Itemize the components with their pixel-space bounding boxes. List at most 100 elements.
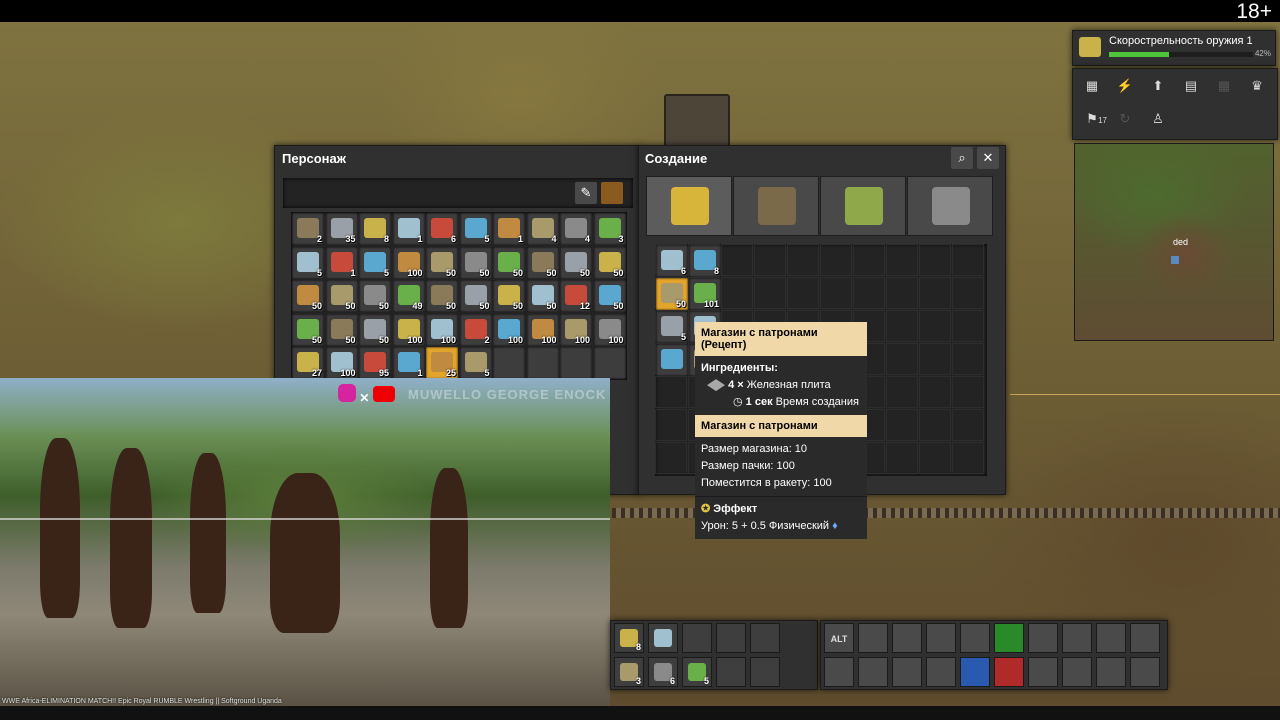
color-button[interactable] [601, 182, 623, 204]
inventory-slot[interactable]: 100 [392, 246, 425, 279]
inventory-slot[interactable]: 5 [359, 246, 391, 279]
inventory-slot[interactable]: 50 [359, 313, 391, 346]
inventory-slot[interactable] [560, 347, 592, 379]
building-structure[interactable] [664, 94, 730, 150]
quickbar-slot[interactable]: 6 [648, 657, 678, 687]
inventory-slot[interactable]: 100 [493, 313, 525, 346]
inventory-slot[interactable]: 95 [359, 347, 391, 379]
artillery-icon[interactable] [1130, 657, 1160, 687]
quickbar-slot[interactable] [648, 623, 678, 653]
redo-icon[interactable] [824, 657, 854, 687]
enemy-icon[interactable] [1130, 623, 1160, 653]
inventory-slot[interactable]: 50 [593, 280, 626, 312]
quickbar-slot[interactable]: 3 [614, 657, 644, 687]
inventory-slot[interactable]: 50 [459, 280, 492, 312]
quickbar-slot[interactable]: 5 [682, 657, 712, 687]
spidertron-icon[interactable] [1062, 623, 1092, 653]
recipe-slot[interactable]: 101 [689, 278, 721, 310]
inventory-slot[interactable]: 3 [593, 213, 626, 245]
alt-mode-button[interactable]: ALT [824, 623, 854, 653]
inventory-slot[interactable]: 100 [426, 313, 458, 346]
player-icon[interactable] [1096, 623, 1126, 653]
inventory-slot[interactable]: 8 [359, 213, 391, 245]
achievements-icon[interactable]: ♛ [1242, 72, 1272, 100]
remote-icon[interactable] [1028, 623, 1058, 653]
inventory-slot[interactable]: 12 [560, 280, 592, 312]
inventory-slot[interactable]: 50 [526, 246, 559, 279]
tank-icon[interactable] [1028, 657, 1058, 687]
quickbar-slot[interactable] [750, 657, 780, 687]
inventory-slot[interactable]: 100 [526, 313, 559, 346]
minimap[interactable]: ded [1074, 143, 1274, 341]
inventory-slot[interactable] [493, 347, 525, 379]
inventory-slot[interactable]: 35 [325, 213, 358, 245]
inventory-slot[interactable]: 100 [560, 313, 592, 346]
inventory-slot[interactable]: 50 [426, 280, 458, 312]
inventory-slot[interactable]: 50 [493, 280, 525, 312]
upgrade-planner-icon[interactable] [994, 623, 1024, 653]
select-icon[interactable] [892, 657, 922, 687]
tab-production[interactable] [733, 176, 819, 236]
recipe-slot[interactable]: 6 [656, 245, 688, 277]
recipe-slot[interactable]: 5 [656, 311, 688, 343]
blueprint-icon[interactable] [960, 623, 990, 653]
paste-icon[interactable] [926, 657, 956, 687]
inventory-slot[interactable]: 50 [560, 246, 592, 279]
inventory-slot[interactable]: 4 [526, 213, 559, 245]
inventory-slot[interactable]: 5 [459, 213, 492, 245]
encyclopedia-icon[interactable]: ▤ [1176, 72, 1206, 100]
inventory-slot[interactable]: 49 [392, 280, 425, 312]
train-icon[interactable] [1062, 657, 1092, 687]
logistics-network-icon[interactable]: ↻ [1110, 105, 1140, 133]
inventory-slot[interactable]: 1 [325, 246, 358, 279]
inventory-slot[interactable]: 100 [392, 313, 425, 346]
blueprint-icon[interactable]: ▦ [1209, 72, 1239, 100]
inventory-slot[interactable]: 1 [493, 213, 525, 245]
quickbar-slot[interactable] [682, 623, 712, 653]
inventory-slot[interactable]: 5 [459, 347, 492, 379]
deconstruct-icon[interactable] [858, 657, 888, 687]
research-tree-icon[interactable]: ⚑ 17 [1077, 105, 1107, 133]
close-icon[interactable]: ✕ [977, 147, 999, 169]
inventory-slot[interactable]: 100 [593, 313, 626, 346]
blueprint-book-icon[interactable] [960, 657, 990, 687]
pipette-button[interactable]: ✎ [575, 182, 597, 204]
inventory-slot[interactable]: 5 [292, 246, 324, 279]
radar-icon[interactable] [1096, 657, 1126, 687]
inventory-slot[interactable]: 4 [560, 213, 592, 245]
inventory-slot[interactable]: 50 [426, 246, 458, 279]
inventory-slot[interactable]: 1 [392, 213, 425, 245]
map-icon[interactable]: ▦ [1077, 72, 1107, 100]
undo-icon[interactable] [858, 623, 888, 653]
quickbar-slot[interactable] [716, 623, 746, 653]
recipe-slot[interactable]: 50 [656, 278, 688, 310]
inventory-slot[interactable]: 50 [593, 246, 626, 279]
recipe-slot[interactable] [656, 344, 688, 376]
inventory-slot[interactable]: 2 [292, 213, 324, 245]
inventory-slot[interactable]: 6 [426, 213, 458, 245]
recipe-slot[interactable]: 8 [689, 245, 721, 277]
search-icon[interactable]: ⌕ [951, 147, 973, 169]
inventory-slot[interactable]: 50 [292, 280, 324, 312]
players-icon[interactable]: ♙ [1143, 105, 1173, 133]
cancel-deconstruct-icon[interactable] [994, 657, 1024, 687]
production-stats-icon[interactable]: ⚡ [1110, 72, 1140, 100]
quickbar-slot[interactable]: 8 [614, 623, 644, 653]
inventory-slot[interactable] [526, 347, 559, 379]
inventory-slot[interactable]: 25 [426, 347, 458, 379]
inventory-slot[interactable]: 50 [292, 313, 324, 346]
inventory-slot[interactable]: 27 [292, 347, 324, 379]
cut-icon[interactable] [892, 623, 922, 653]
quickbar-slot[interactable] [716, 657, 746, 687]
copy-icon[interactable] [926, 623, 956, 653]
inventory-slot[interactable]: 50 [359, 280, 391, 312]
inventory-slot[interactable]: 100 [325, 347, 358, 379]
quickbar-slot[interactable] [750, 623, 780, 653]
inventory-slot[interactable]: 50 [325, 280, 358, 312]
tab-intermediate[interactable] [820, 176, 906, 236]
research-progress-panel[interactable]: Скорострельность оружия 1 42% [1072, 30, 1276, 66]
inventory-slot[interactable]: 1 [392, 347, 425, 379]
tab-logistics[interactable] [646, 176, 732, 236]
tab-combat[interactable] [907, 176, 993, 236]
inventory-slot[interactable] [593, 347, 626, 379]
